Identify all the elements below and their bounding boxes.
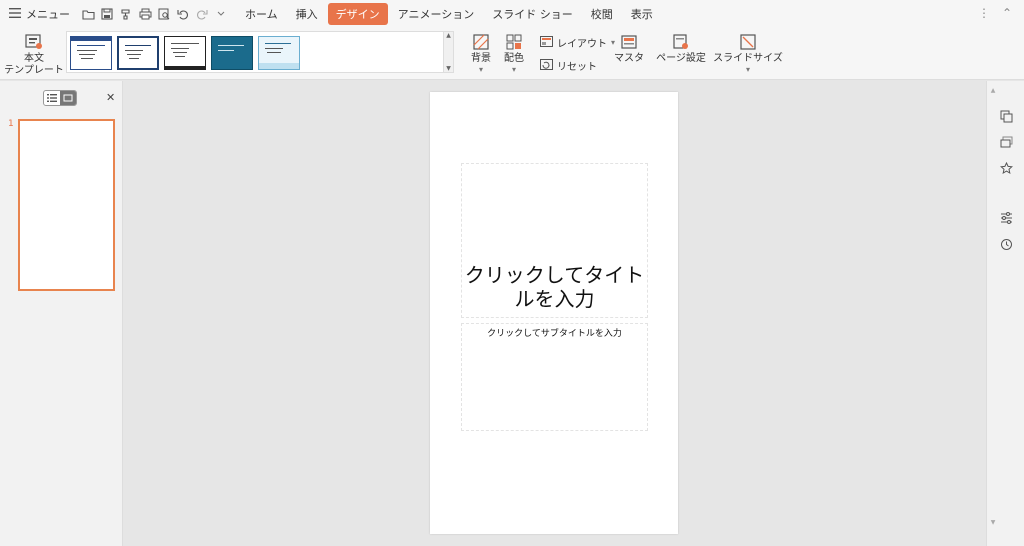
thumbnail-view-icon[interactable]: [60, 91, 76, 105]
body-template-icon: [25, 34, 43, 53]
tab-view[interactable]: 表示: [623, 3, 661, 25]
slide-size-label: スライドサイズ: [713, 53, 783, 64]
master-icon: [621, 34, 637, 53]
page-setup-icon: [673, 34, 689, 53]
redo-icon[interactable]: [194, 6, 210, 22]
properties-icon[interactable]: [998, 210, 1014, 226]
slide-number: 1: [8, 119, 14, 129]
undo-icon[interactable]: [175, 6, 191, 22]
reset-button[interactable]: リセット: [540, 58, 597, 73]
background-button[interactable]: 背景 ▾: [468, 34, 494, 74]
tab-insert[interactable]: 挿入: [288, 3, 326, 25]
tab-home[interactable]: ホーム: [237, 3, 286, 25]
open-icon[interactable]: [80, 6, 96, 22]
template-gallery[interactable]: ▲ ▼: [66, 31, 454, 73]
body-template-label-2: テンプレート: [4, 65, 64, 76]
tab-slideshow[interactable]: スライド ショー: [484, 3, 581, 25]
template-thumbnail[interactable]: [117, 36, 159, 70]
close-panel-icon[interactable]: ✕: [106, 91, 115, 104]
save-icon[interactable]: [99, 6, 115, 22]
print-icon[interactable]: [137, 6, 153, 22]
template-thumbnail[interactable]: [258, 36, 300, 70]
more-options-icon[interactable]: ⋮: [978, 6, 990, 20]
scroll-down-icon[interactable]: ▼: [446, 65, 451, 72]
main-menu-button[interactable]: メニュー: [9, 6, 70, 22]
subtitle-placeholder[interactable]: クリックしてサブタイトルを入力: [461, 323, 648, 431]
slide-size-icon: [740, 34, 756, 53]
color-scheme-button[interactable]: 配色 ▾: [500, 34, 528, 74]
template-thumbnail[interactable]: [164, 36, 206, 70]
dropdown-caret-icon: ▾: [478, 65, 483, 74]
page-setup-label: ページ設定: [656, 53, 706, 64]
gallery-scrollbar[interactable]: ▲ ▼: [443, 32, 453, 72]
tab-review[interactable]: 校閲: [583, 3, 621, 25]
slide-thumbnail[interactable]: [18, 119, 115, 291]
quick-access-toolbar: [80, 6, 229, 22]
design-ribbon: 本文 テンプレート ▲ ▼ 背景 ▾ 配色 ▾ レイアウト ▾ リセット マスタ…: [0, 28, 1024, 80]
hamburger-icon: [9, 7, 21, 21]
scroll-down-icon[interactable]: ▼: [987, 519, 999, 526]
collapse-ribbon-icon[interactable]: ⌃: [1002, 6, 1012, 20]
scroll-up-icon[interactable]: ▲: [987, 87, 999, 94]
body-template-label-1: 本文: [24, 53, 44, 64]
layout-label: レイアウト: [557, 39, 607, 50]
ribbon-tabs: ホーム 挿入 デザイン アニメーション スライド ショー 校閲 表示: [237, 3, 663, 25]
background-label: 背景: [471, 53, 491, 64]
layout-icon: [540, 35, 553, 50]
dropdown-caret-icon: ▾: [745, 65, 750, 74]
copy-slide-icon[interactable]: [998, 108, 1014, 124]
title-placeholder[interactable]: クリックしてタイトルを入力: [461, 163, 648, 318]
customize-icon[interactable]: [213, 6, 229, 22]
menu-bar: メニュー ホーム 挿入 デザイン アニメーション スライド ショー 校閲 表示 …: [0, 0, 1024, 28]
format-painter-icon[interactable]: [118, 6, 134, 22]
body-template-button[interactable]: 本文 テンプレート: [4, 34, 64, 77]
master-button[interactable]: マスタ: [614, 34, 644, 65]
master-label: マスタ: [614, 53, 644, 64]
right-sidebar: ▲ ▼: [986, 81, 1024, 546]
scroll-up-icon[interactable]: ▲: [446, 32, 451, 39]
template-thumbnail[interactable]: [211, 36, 253, 70]
background-icon: [473, 34, 489, 53]
tab-design[interactable]: デザイン: [327, 3, 388, 25]
title-placeholder-text: クリックしてタイトルを入力: [464, 263, 645, 311]
window-controls: ⋮ ⌃: [978, 6, 1012, 20]
slide-canvas: クリックしてタイトルを入力 クリックしてサブタイトルを入力: [124, 81, 986, 546]
reset-label: リセット: [557, 62, 597, 73]
history-icon[interactable]: [998, 236, 1014, 252]
dropdown-caret-icon: ▾: [511, 65, 516, 74]
outline-view-icon[interactable]: [44, 91, 60, 105]
page-setup-button[interactable]: ページ設定: [656, 34, 706, 65]
reset-icon: [540, 58, 553, 73]
tab-animation[interactable]: アニメーション: [390, 3, 483, 25]
slide-panel: ✕ 1: [0, 81, 123, 546]
color-scheme-icon: [506, 34, 522, 53]
panel-view-toggle[interactable]: [43, 90, 77, 106]
subtitle-placeholder-text: クリックしてサブタイトルを入力: [487, 329, 622, 339]
color-scheme-label: 配色: [504, 53, 524, 64]
main-menu-label: メニュー: [26, 8, 70, 21]
current-slide[interactable]: クリックしてタイトルを入力 クリックしてサブタイトルを入力: [430, 92, 678, 534]
slide-size-button[interactable]: スライドサイズ ▾: [712, 34, 784, 74]
animation-icon[interactable]: [998, 160, 1014, 176]
print-preview-icon[interactable]: [156, 6, 172, 22]
layout-button[interactable]: レイアウト ▾: [540, 35, 615, 50]
template-thumbnail[interactable]: [70, 36, 112, 70]
layers-icon[interactable]: [998, 134, 1014, 150]
